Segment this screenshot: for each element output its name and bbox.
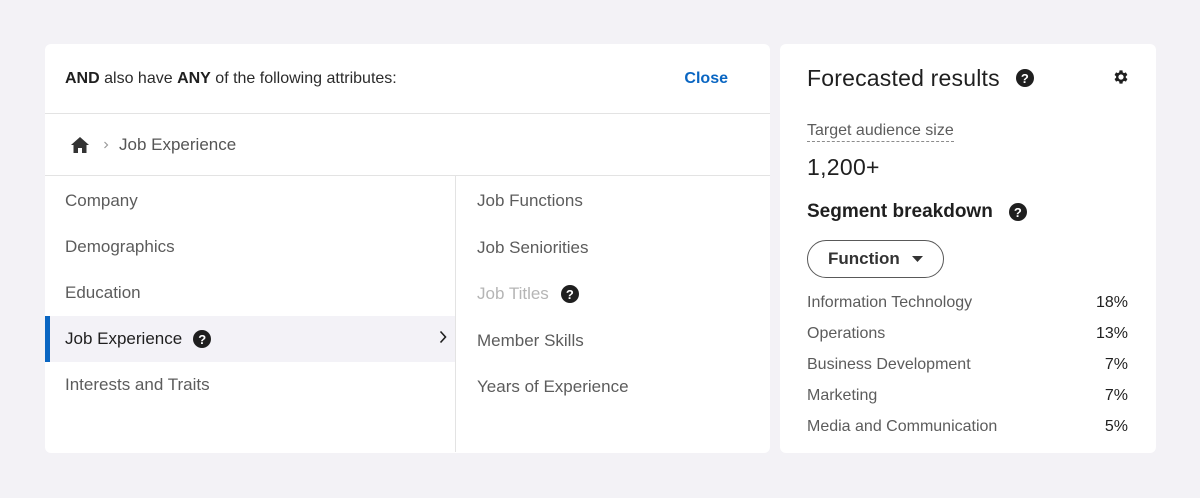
subcategory-label: Years of Experience <box>477 377 629 397</box>
breakdown-value: 13% <box>1095 324 1128 342</box>
category-label: Interests and Traits <box>65 375 210 394</box>
breakdown-row: Operations 13% <box>807 318 1128 349</box>
breakdown-row: Marketing 7% <box>807 381 1128 412</box>
breakdown-value: 5% <box>1104 418 1128 436</box>
home-icon[interactable] <box>69 135 91 155</box>
function-dropdown[interactable]: Function <box>807 240 944 278</box>
breakdown-row: Information Technology 18% <box>807 287 1128 318</box>
chevron-right-icon <box>439 329 447 349</box>
subcategory-label: Job Seniorities <box>477 237 589 257</box>
category-label: Company <box>65 191 138 210</box>
category-job-experience[interactable]: Job Experience ? <box>45 316 455 362</box>
subcategory-label: Job Functions <box>477 191 583 211</box>
category-label: Demographics <box>65 237 175 256</box>
close-button[interactable]: Close <box>684 70 728 88</box>
category-company[interactable]: Company <box>45 178 455 224</box>
breakdown-row: Business Development 7% <box>807 349 1128 380</box>
function-dropdown-label: Function <box>828 249 900 268</box>
forecast-panel: Forecasted results ? Target audience siz… <box>780 44 1156 453</box>
category-label: Education <box>65 283 141 302</box>
category-list: Company Demographics Education Job Exper… <box>45 176 456 452</box>
breakdown-label: Information Technology <box>807 293 973 311</box>
subcategory-member-skills[interactable]: Member Skills <box>456 318 770 365</box>
subcategory-job-seniorities[interactable]: Job Seniorities <box>456 225 770 272</box>
target-audience-label[interactable]: Target audience size <box>807 122 954 142</box>
forecast-title: Forecasted results <box>807 64 1000 91</box>
help-icon[interactable]: ? <box>1008 203 1027 221</box>
caret-down-icon <box>911 256 923 262</box>
breakdown-row: Media and Communication 5% <box>807 412 1128 443</box>
breadcrumb: Job Experience <box>45 114 770 176</box>
breakdown-label: Operations <box>807 324 886 342</box>
breakdown-value: 18% <box>1095 293 1128 311</box>
segment-title: Segment breakdown <box>807 201 993 222</box>
attributes-panel: AND also have ANY of the following attri… <box>45 44 770 453</box>
breakdown-value: 7% <box>1104 355 1128 373</box>
breadcrumb-current[interactable]: Job Experience <box>119 135 236 155</box>
help-icon[interactable]: ? <box>1015 69 1034 87</box>
help-icon[interactable]: ? <box>193 330 212 348</box>
category-interests-and-traits[interactable]: Interests and Traits <box>45 362 455 408</box>
gear-icon[interactable] <box>1112 68 1130 91</box>
subcategory-label: Job Titles <box>477 284 549 304</box>
subcategory-job-functions[interactable]: Job Functions <box>456 178 770 225</box>
subcategory-job-titles: Job Titles ? <box>456 271 770 318</box>
segment-header: Segment breakdown ? <box>807 201 1128 223</box>
category-education[interactable]: Education <box>45 270 455 316</box>
attribute-columns: Company Demographics Education Job Exper… <box>45 176 770 452</box>
breakdown-value: 7% <box>1104 387 1128 405</box>
chevron-right-icon <box>99 141 113 149</box>
subcategory-list: Job Functions Job Seniorities Job Titles… <box>456 176 770 452</box>
category-label: Job Experience <box>65 329 183 348</box>
help-icon[interactable]: ? <box>560 285 579 304</box>
segment-breakdown-list: Information Technology 18% Operations 13% … <box>807 287 1128 443</box>
subcategory-label: Member Skills <box>477 330 584 350</box>
subcategory-years-of-experience[interactable]: Years of Experience <box>456 364 770 411</box>
category-demographics[interactable]: Demographics <box>45 224 455 270</box>
breakdown-label: Business Development <box>807 355 971 373</box>
attributes-title: AND also have ANY of the following attri… <box>65 69 397 87</box>
breakdown-label: Media and Communication <box>807 418 998 436</box>
breakdown-label: Marketing <box>807 387 878 405</box>
attributes-header: AND also have ANY of the following attri… <box>45 44 770 114</box>
target-audience-value: 1,200+ <box>807 154 880 180</box>
forecast-header: Forecasted results ? <box>807 44 1128 112</box>
